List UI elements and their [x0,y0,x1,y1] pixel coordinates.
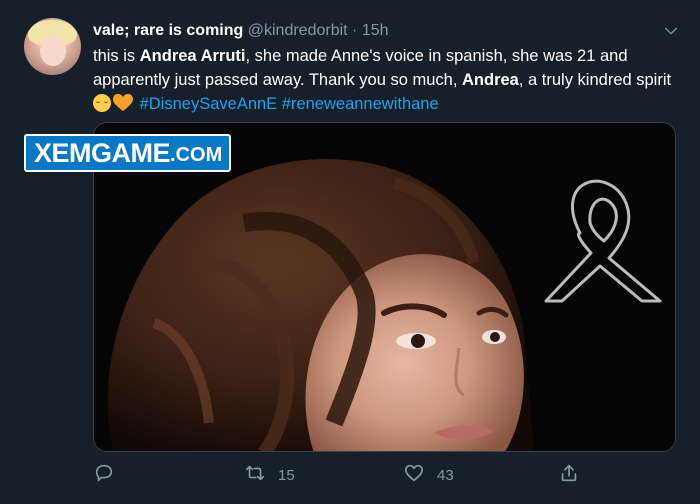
hashtag-link[interactable]: #reneweannewithane [282,95,439,113]
avatar-face [40,36,66,66]
watermark-main: XEMGAME [34,137,171,168]
like-button[interactable]: 43 [403,462,454,488]
share-icon [558,462,580,488]
xemgame-watermark: XEMGAME .COM [24,134,231,172]
tweet[interactable]: vale; rare is coming @kindredorbit · 15h… [0,0,700,504]
separator-dot: · [352,22,358,39]
yellow-heart-icon [113,94,133,112]
avatar[interactable] [24,18,81,75]
reply-button[interactable] [93,462,127,488]
tweet-timestamp[interactable]: 15h [362,22,389,39]
hashtag-link[interactable]: #DisneySaveAnnE [140,95,278,113]
text-part: this is [93,47,140,65]
photo [94,123,675,451]
retweet-count: 15 [278,466,295,484]
reply-icon [93,462,115,488]
heart-icon [403,462,425,488]
action-bar: 15 43 [93,462,683,488]
bold-name: Andrea [462,71,519,89]
display-name[interactable]: vale; rare is coming [93,22,243,39]
tweet-text: this is Andrea Arruti, she made Anne's v… [93,44,673,116]
watermark-suffix: .COM [170,143,223,166]
tweet-header: vale; rare is coming @kindredorbit · 15h [93,21,389,41]
user-handle[interactable]: @kindredorbit [248,22,348,39]
bold-name: Andrea Arruti [139,47,246,65]
relieved-face-icon [93,94,111,112]
text-part: , a truly kindred spirit [518,71,672,89]
chevron-down-icon[interactable] [660,23,682,39]
share-button[interactable] [558,462,580,488]
retweet-icon [244,462,266,488]
retweet-button[interactable]: 15 [244,462,295,488]
like-count: 43 [437,466,454,484]
